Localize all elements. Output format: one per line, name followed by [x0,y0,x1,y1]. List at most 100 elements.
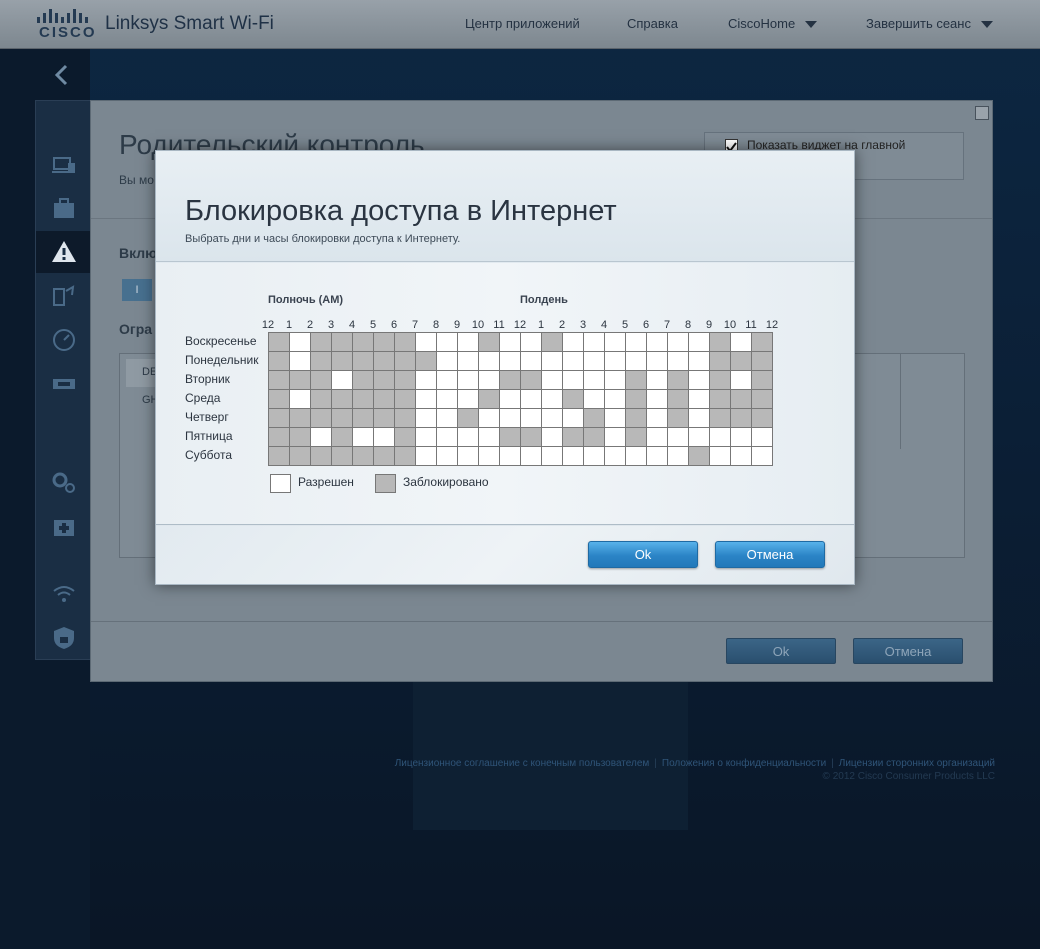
schedule-cell-blocked[interactable] [374,447,395,466]
schedule-cell-allowed[interactable] [647,352,668,371]
schedule-cell-allowed[interactable] [479,428,500,447]
schedule-cell-allowed[interactable] [416,447,437,466]
schedule-cell-allowed[interactable] [563,371,584,390]
schedule-cell-blocked[interactable] [374,371,395,390]
schedule-cell-allowed[interactable] [542,352,563,371]
schedule-cell-allowed[interactable] [353,428,374,447]
schedule-cell-allowed[interactable] [605,352,626,371]
schedule-cell-allowed[interactable] [437,333,458,352]
schedule-cell-blocked[interactable] [752,409,773,428]
schedule-cell-allowed[interactable] [542,409,563,428]
schedule-cell-allowed[interactable] [689,428,710,447]
schedule-cell-allowed[interactable] [689,390,710,409]
schedule-cell-allowed[interactable] [521,390,542,409]
schedule-cell-blocked[interactable] [626,428,647,447]
schedule-cell-allowed[interactable] [563,352,584,371]
schedule-cell-blocked[interactable] [395,333,416,352]
schedule-cell-allowed[interactable] [647,409,668,428]
schedule-cell-allowed[interactable] [500,352,521,371]
schedule-cell-blocked[interactable] [269,390,290,409]
panel-cancel-button[interactable]: Отмена [853,638,963,664]
schedule-cell-allowed[interactable] [479,447,500,466]
schedule-cell-allowed[interactable] [647,390,668,409]
schedule-cell-blocked[interactable] [584,428,605,447]
media-prioritization-icon[interactable] [50,283,78,309]
schedule-cell-blocked[interactable] [752,333,773,352]
schedule-cell-blocked[interactable] [311,447,332,466]
schedule-cell-blocked[interactable] [752,371,773,390]
schedule-cell-blocked[interactable] [395,352,416,371]
schedule-cell-blocked[interactable] [626,409,647,428]
schedule-cell-blocked[interactable] [353,447,374,466]
security-icon[interactable] [50,625,78,651]
schedule-cell-blocked[interactable] [395,390,416,409]
ok-button[interactable]: Ok [588,541,698,568]
schedule-cell-allowed[interactable] [731,428,752,447]
schedule-cell-allowed[interactable] [647,428,668,447]
schedule-cell-blocked[interactable] [290,409,311,428]
schedule-cell-allowed[interactable] [668,428,689,447]
schedule-cell-blocked[interactable] [353,409,374,428]
schedule-cell-allowed[interactable] [437,428,458,447]
schedule-cell-blocked[interactable] [731,409,752,428]
schedule-cell-blocked[interactable] [500,371,521,390]
schedule-cell-allowed[interactable] [626,447,647,466]
schedule-cell-blocked[interactable] [626,371,647,390]
schedule-cell-allowed[interactable] [458,371,479,390]
schedule-cell-allowed[interactable] [416,390,437,409]
schedule-cell-blocked[interactable] [710,333,731,352]
schedule-cell-allowed[interactable] [731,371,752,390]
schedule-cell-allowed[interactable] [458,447,479,466]
schedule-cell-allowed[interactable] [605,371,626,390]
schedule-cell-allowed[interactable] [731,333,752,352]
schedule-cell-allowed[interactable] [458,428,479,447]
nav-account-menu[interactable]: CiscoHome [728,16,818,31]
schedule-cell-blocked[interactable] [542,333,563,352]
schedule-cell-allowed[interactable] [290,352,311,371]
schedule-cell-allowed[interactable] [500,447,521,466]
back-chevron-icon[interactable] [52,64,72,86]
schedule-cell-blocked[interactable] [668,409,689,428]
schedule-cell-allowed[interactable] [584,447,605,466]
schedule-cell-allowed[interactable] [689,371,710,390]
schedule-cell-blocked[interactable] [374,352,395,371]
schedule-cell-blocked[interactable] [311,409,332,428]
schedule-cell-blocked[interactable] [332,428,353,447]
panel-ok-button[interactable]: Ok [726,638,836,664]
schedule-cell-allowed[interactable] [668,447,689,466]
schedule-cell-blocked[interactable] [479,390,500,409]
schedule-cell-allowed[interactable] [479,409,500,428]
schedule-cell-allowed[interactable] [437,409,458,428]
schedule-cell-allowed[interactable] [542,447,563,466]
schedule-cell-allowed[interactable] [605,390,626,409]
schedule-cell-allowed[interactable] [479,352,500,371]
schedule-cell-allowed[interactable] [626,333,647,352]
schedule-cell-blocked[interactable] [668,371,689,390]
schedule-cell-blocked[interactable] [311,390,332,409]
devices-icon[interactable] [50,153,78,179]
schedule-cell-blocked[interactable] [395,428,416,447]
schedule-cell-allowed[interactable] [290,333,311,352]
schedule-cell-allowed[interactable] [752,428,773,447]
schedule-cell-allowed[interactable] [416,371,437,390]
schedule-cell-blocked[interactable] [710,409,731,428]
schedule-cell-allowed[interactable] [647,447,668,466]
schedule-cell-allowed[interactable] [563,333,584,352]
schedule-cell-blocked[interactable] [584,409,605,428]
schedule-cell-blocked[interactable] [689,447,710,466]
schedule-cell-blocked[interactable] [752,352,773,371]
schedule-cell-blocked[interactable] [311,333,332,352]
schedule-cell-blocked[interactable] [563,428,584,447]
schedule-cell-blocked[interactable] [563,390,584,409]
schedule-cell-allowed[interactable] [542,428,563,447]
footer-link-privacy[interactable]: Положения о конфиденциальности [662,758,826,769]
nav-app-center[interactable]: Центр приложений [465,16,580,31]
schedule-cell-allowed[interactable] [605,428,626,447]
schedule-cell-allowed[interactable] [500,333,521,352]
schedule-cell-blocked[interactable] [374,333,395,352]
schedule-cell-blocked[interactable] [458,409,479,428]
schedule-cell-blocked[interactable] [332,447,353,466]
schedule-cell-blocked[interactable] [500,428,521,447]
schedule-cell-allowed[interactable] [416,428,437,447]
schedule-cell-allowed[interactable] [437,447,458,466]
